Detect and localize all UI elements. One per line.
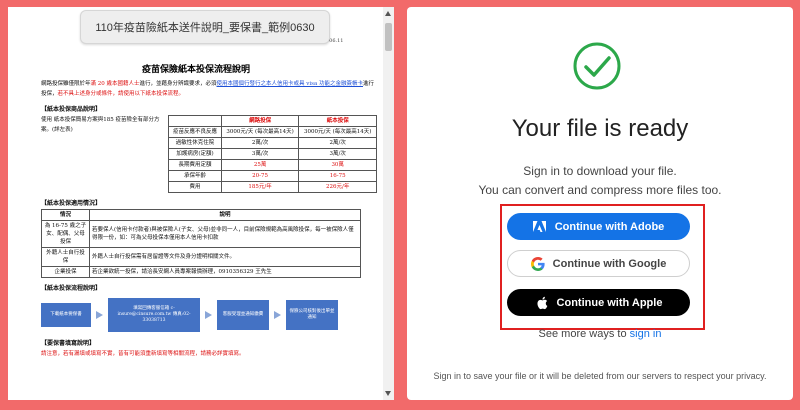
scroll-up-arrow-icon[interactable] — [385, 11, 391, 16]
table-cell: 企業投保 — [41, 266, 90, 278]
table-cell: 3000元/天 (每次最高14天) — [220, 126, 300, 138]
continue-with-google-button[interactable]: Continue with Google — [507, 250, 690, 277]
flow-diagram: 下載紙本要保書 填寫回傳客服信箱 c-insure@cinsure.com.tw… — [41, 297, 377, 333]
scrollbar[interactable] — [383, 7, 394, 400]
check-icon — [573, 42, 621, 90]
table-row: 疫苗反應不良反應 3000元/天 (每次最高14天) 3000元/天 (每次最高14… — [168, 126, 377, 138]
table-cell: 過敏性休克住院 — [168, 137, 222, 149]
table-header-row: 情況 說明 — [41, 209, 361, 221]
continue-with-adobe-button[interactable]: Continue with Adobe — [507, 213, 690, 240]
table-cell: 承保年齡 — [168, 170, 222, 182]
table-row: 企業投保 若企業欲統一投保，請洽長安網人員專案報價辦理，0910356329 王先… — [41, 266, 361, 278]
flow-arrow — [274, 311, 281, 319]
product-table: 網路投保 紙本投保 疫苗反應不良反應 3000元/天 (每次最高14天) 3000元… — [168, 115, 377, 193]
apple-button-label: Continue with Apple — [556, 296, 663, 309]
table-cell: 2萬/次 — [220, 137, 300, 149]
table-header: 情況 — [41, 209, 90, 221]
table-cell: 外籍人士自行投保需有居留證等文件及身分證明相關文件。 — [89, 247, 361, 267]
table-header: 紙本投保 — [298, 115, 377, 127]
notes-text: 請注意，若有漏填或填寫不實，皆有可能須重新填寫等相關流程，請務必詳實填寫。 — [41, 351, 245, 357]
flow-step: 保險公司核對後出單並通知 — [286, 300, 338, 330]
adobe-button-label: Continue with Adobe — [554, 220, 665, 233]
table-cell: 若企業欲統一投保，請洽長安網人員專案報價辦理，0910356329 王先生 — [89, 266, 361, 278]
table-cell: 16-75 — [298, 170, 377, 182]
convert-prompt: You can convert and compress more files … — [478, 183, 722, 197]
scroll-down-arrow-icon[interactable] — [385, 391, 391, 396]
flow-step: 客服受理並通知繳費 — [217, 300, 269, 330]
table-row: 長期費用定額 25萬 30萬 — [168, 159, 377, 171]
doc-title: 疫苗保險紙本投保流程說明 — [141, 65, 250, 75]
doc-body: 網路投保雖僅限於年滿 20 歲本國籍人士進行，並藉身分辨識要求，必須使用本國個行… — [41, 79, 377, 359]
table-row: 加護病房(定額) 3萬/次 3萬/次 — [168, 148, 377, 160]
download-panel: Your file is ready Sign in to download y… — [407, 7, 793, 400]
flow-step: 下載紙本要保書 — [41, 303, 91, 327]
table-cell: 若要保人(信用卡付款者)與被保險人(子女、父母)並非同一人，目前保險規範為高風險… — [89, 220, 361, 248]
intro-red-2: 若不具上述身分或條件，請使用以下紙本投保流程。 — [57, 91, 185, 97]
intro-text-2: 進行，並藉身分辨識要求，必須 — [139, 81, 217, 87]
table-row: 外籍人士自行投保 外籍人士自行投保需有居留證等文件及身分證明相關文件。 — [41, 247, 361, 267]
intro-text: 網路投保雖僅限於年 — [41, 81, 91, 87]
table-header — [168, 115, 222, 127]
google-icon — [530, 256, 545, 271]
sign-in-prompt: Sign in to download your file. — [523, 164, 677, 178]
table-cell: 外籍人士自行投保 — [41, 247, 90, 267]
intro-red: 滿 20 歲本國籍人士 — [90, 81, 140, 87]
table-cell: 費用 — [168, 181, 222, 193]
scrollbar-thumb[interactable] — [385, 23, 392, 51]
table-cell: 185元/年 — [220, 181, 300, 193]
table-cell: 3萬/次 — [220, 148, 300, 160]
table-row: 承保年齡 20-75 16-75 — [168, 170, 377, 182]
table-cell: 疫苗反應不良反應 — [168, 126, 222, 138]
sign-in-link[interactable]: sign in — [630, 328, 662, 340]
table-header: 說明 — [89, 209, 361, 221]
section-apply: 【紙本投保適用情況】 — [41, 200, 102, 207]
table-row: 費用 185元/年 226元/年 — [168, 181, 377, 193]
table-cell: 25萬 — [220, 159, 300, 171]
table-cell: 30萬 — [298, 159, 377, 171]
document-preview[interactable]: 110年疫苗險紙本送件說明_要保書_範例0630 110.06.11 疫苗保險紙… — [8, 7, 394, 400]
table-header: 網路投保 — [220, 115, 300, 127]
more-sign-in-options: See more ways to sign in — [407, 328, 793, 340]
flow-arrow — [205, 311, 212, 319]
privacy-notice: Sign in to save your file or it will be … — [433, 371, 767, 381]
intro-blue: 使用本國個行發行之本人信用卡或具 visa 功能之金融簽帳卡 — [216, 81, 363, 87]
file-name-chip: 110年疫苗險紙本送件說明_要保書_範例0630 — [80, 10, 330, 44]
more-prefix: See more ways to — [538, 328, 627, 340]
flow-step: 填寫回傳客服信箱 c-insure@cinsure.com.tw 傳真:02-3… — [108, 298, 200, 332]
apple-icon — [535, 296, 549, 310]
table-cell: 3000元/天 (每次最高14天) — [298, 126, 377, 138]
page-title: Your file is ready — [511, 115, 689, 142]
table-cell: 2萬/次 — [298, 137, 377, 149]
table-row: 為 16-75 歲之子女、配偶、父母投保 若要保人(信用卡付款者)與被保險人(子女… — [41, 220, 361, 248]
section-product: 【紙本投保商品說明】 — [41, 106, 102, 113]
table-cell: 為 16-75 歲之子女、配偶、父母投保 — [41, 220, 90, 248]
apply-table: 情況 說明 為 16-75 歲之子女、配偶、父母投保 若要保人(信用卡付款者)與被… — [41, 209, 361, 278]
table-cell: 3萬/次 — [298, 148, 377, 160]
table-cell: 長期費用定額 — [168, 159, 222, 171]
product-row: 使用 紙本投保簡易方案與185 疫苗險全有部分方案。(詳左表) 網路投保 紙本投… — [41, 115, 377, 193]
table-row: 過敏性休克住院 2萬/次 2萬/次 — [168, 137, 377, 149]
section-notes: 【要保書填寫說明】 — [41, 340, 96, 347]
table-cell: 加護病房(定額) — [168, 148, 222, 160]
table-cell: 226元/年 — [298, 181, 377, 193]
section-flow: 【紙本投保流程說明】 — [41, 285, 102, 292]
google-button-label: Continue with Google — [552, 257, 667, 270]
flow-arrow — [96, 311, 103, 319]
table-cell: 20-75 — [220, 170, 300, 182]
doc-intro: 網路投保雖僅限於年滿 20 歲本國籍人士進行，並藉身分辨識要求，必須使用本國個行… — [41, 79, 377, 99]
continue-with-apple-button[interactable]: Continue with Apple — [507, 289, 690, 316]
adobe-icon — [533, 220, 547, 234]
product-text: 使用 紙本投保簡易方案與185 疫苗險全有部分方案。(詳左表) — [41, 117, 160, 133]
table-header-row: 網路投保 紙本投保 — [168, 115, 377, 127]
